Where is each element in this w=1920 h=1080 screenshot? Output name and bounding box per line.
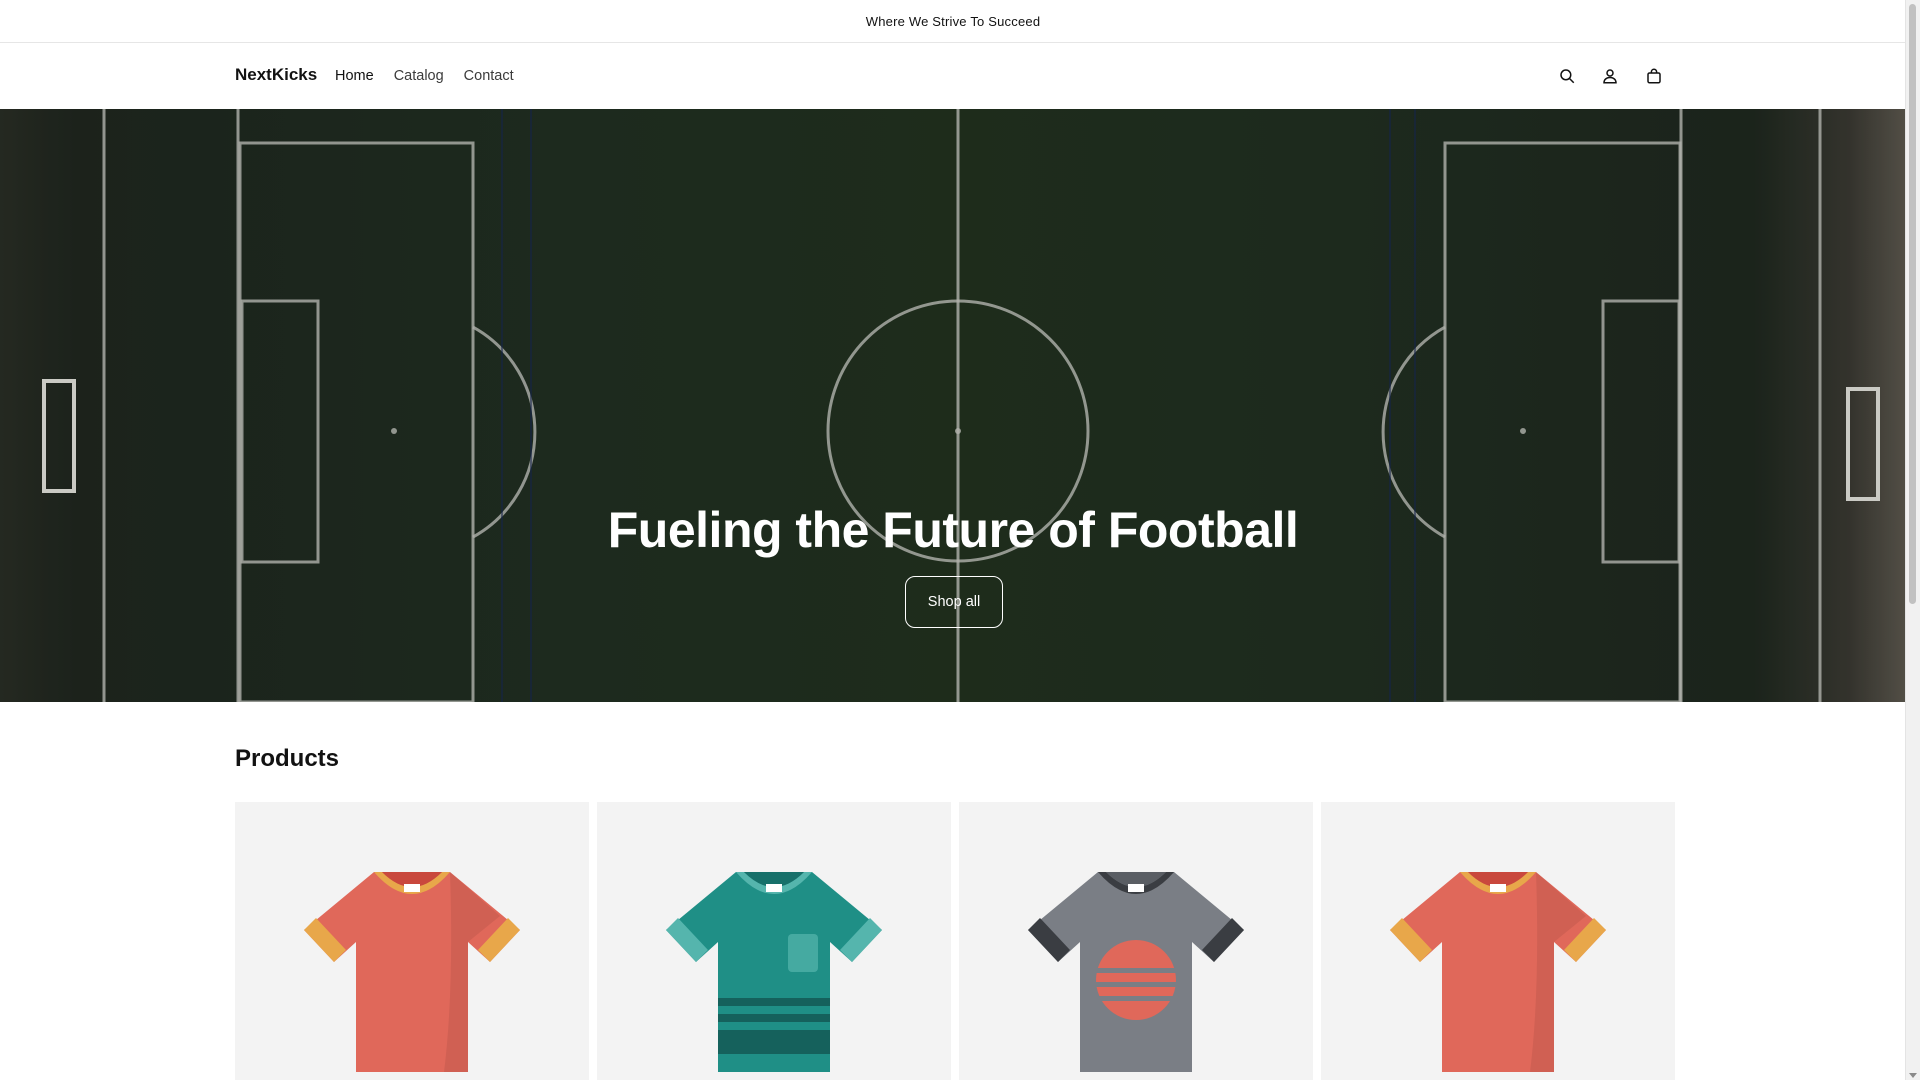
site-header: NextKicks Home Catalog Contact [0, 43, 1906, 109]
product-grid [235, 802, 1675, 1080]
nav-catalog[interactable]: Catalog [394, 68, 444, 84]
page: Where We Strive To Succeed NextKicks Hom… [0, 0, 1906, 1080]
product-card[interactable] [1321, 802, 1675, 1080]
search-icon[interactable] [1556, 65, 1578, 87]
scrollbar-thumb[interactable] [1909, 4, 1916, 604]
hero-title: Fueling the Future of Football [607, 502, 1299, 558]
product-card[interactable] [597, 802, 951, 1080]
tshirt-icon [666, 872, 882, 1072]
announcement-text: Where We Strive To Succeed [865, 13, 1041, 29]
hero-banner: Fueling the Future of Football Shop all [0, 109, 1906, 702]
tshirt-icon [1028, 872, 1244, 1072]
product-card[interactable] [235, 802, 589, 1080]
account-icon[interactable] [1599, 65, 1621, 87]
products-heading: Products [235, 745, 340, 772]
nav-home[interactable]: Home [335, 68, 374, 84]
product-card[interactable] [959, 802, 1313, 1080]
main-nav: Home Catalog Contact [335, 68, 514, 84]
tshirt-icon [304, 872, 520, 1072]
tshirt-icon [1390, 872, 1606, 1072]
cart-icon[interactable] [1643, 65, 1665, 87]
site-logo[interactable]: NextKicks [235, 65, 317, 85]
page-scrollbar[interactable] [1905, 0, 1920, 1080]
announcement-bar: Where We Strive To Succeed [0, 0, 1906, 43]
nav-contact[interactable]: Contact [464, 68, 514, 84]
scroll-down-arrow-icon[interactable] [1909, 1073, 1917, 1078]
shop-all-button[interactable]: Shop all [905, 576, 1003, 628]
